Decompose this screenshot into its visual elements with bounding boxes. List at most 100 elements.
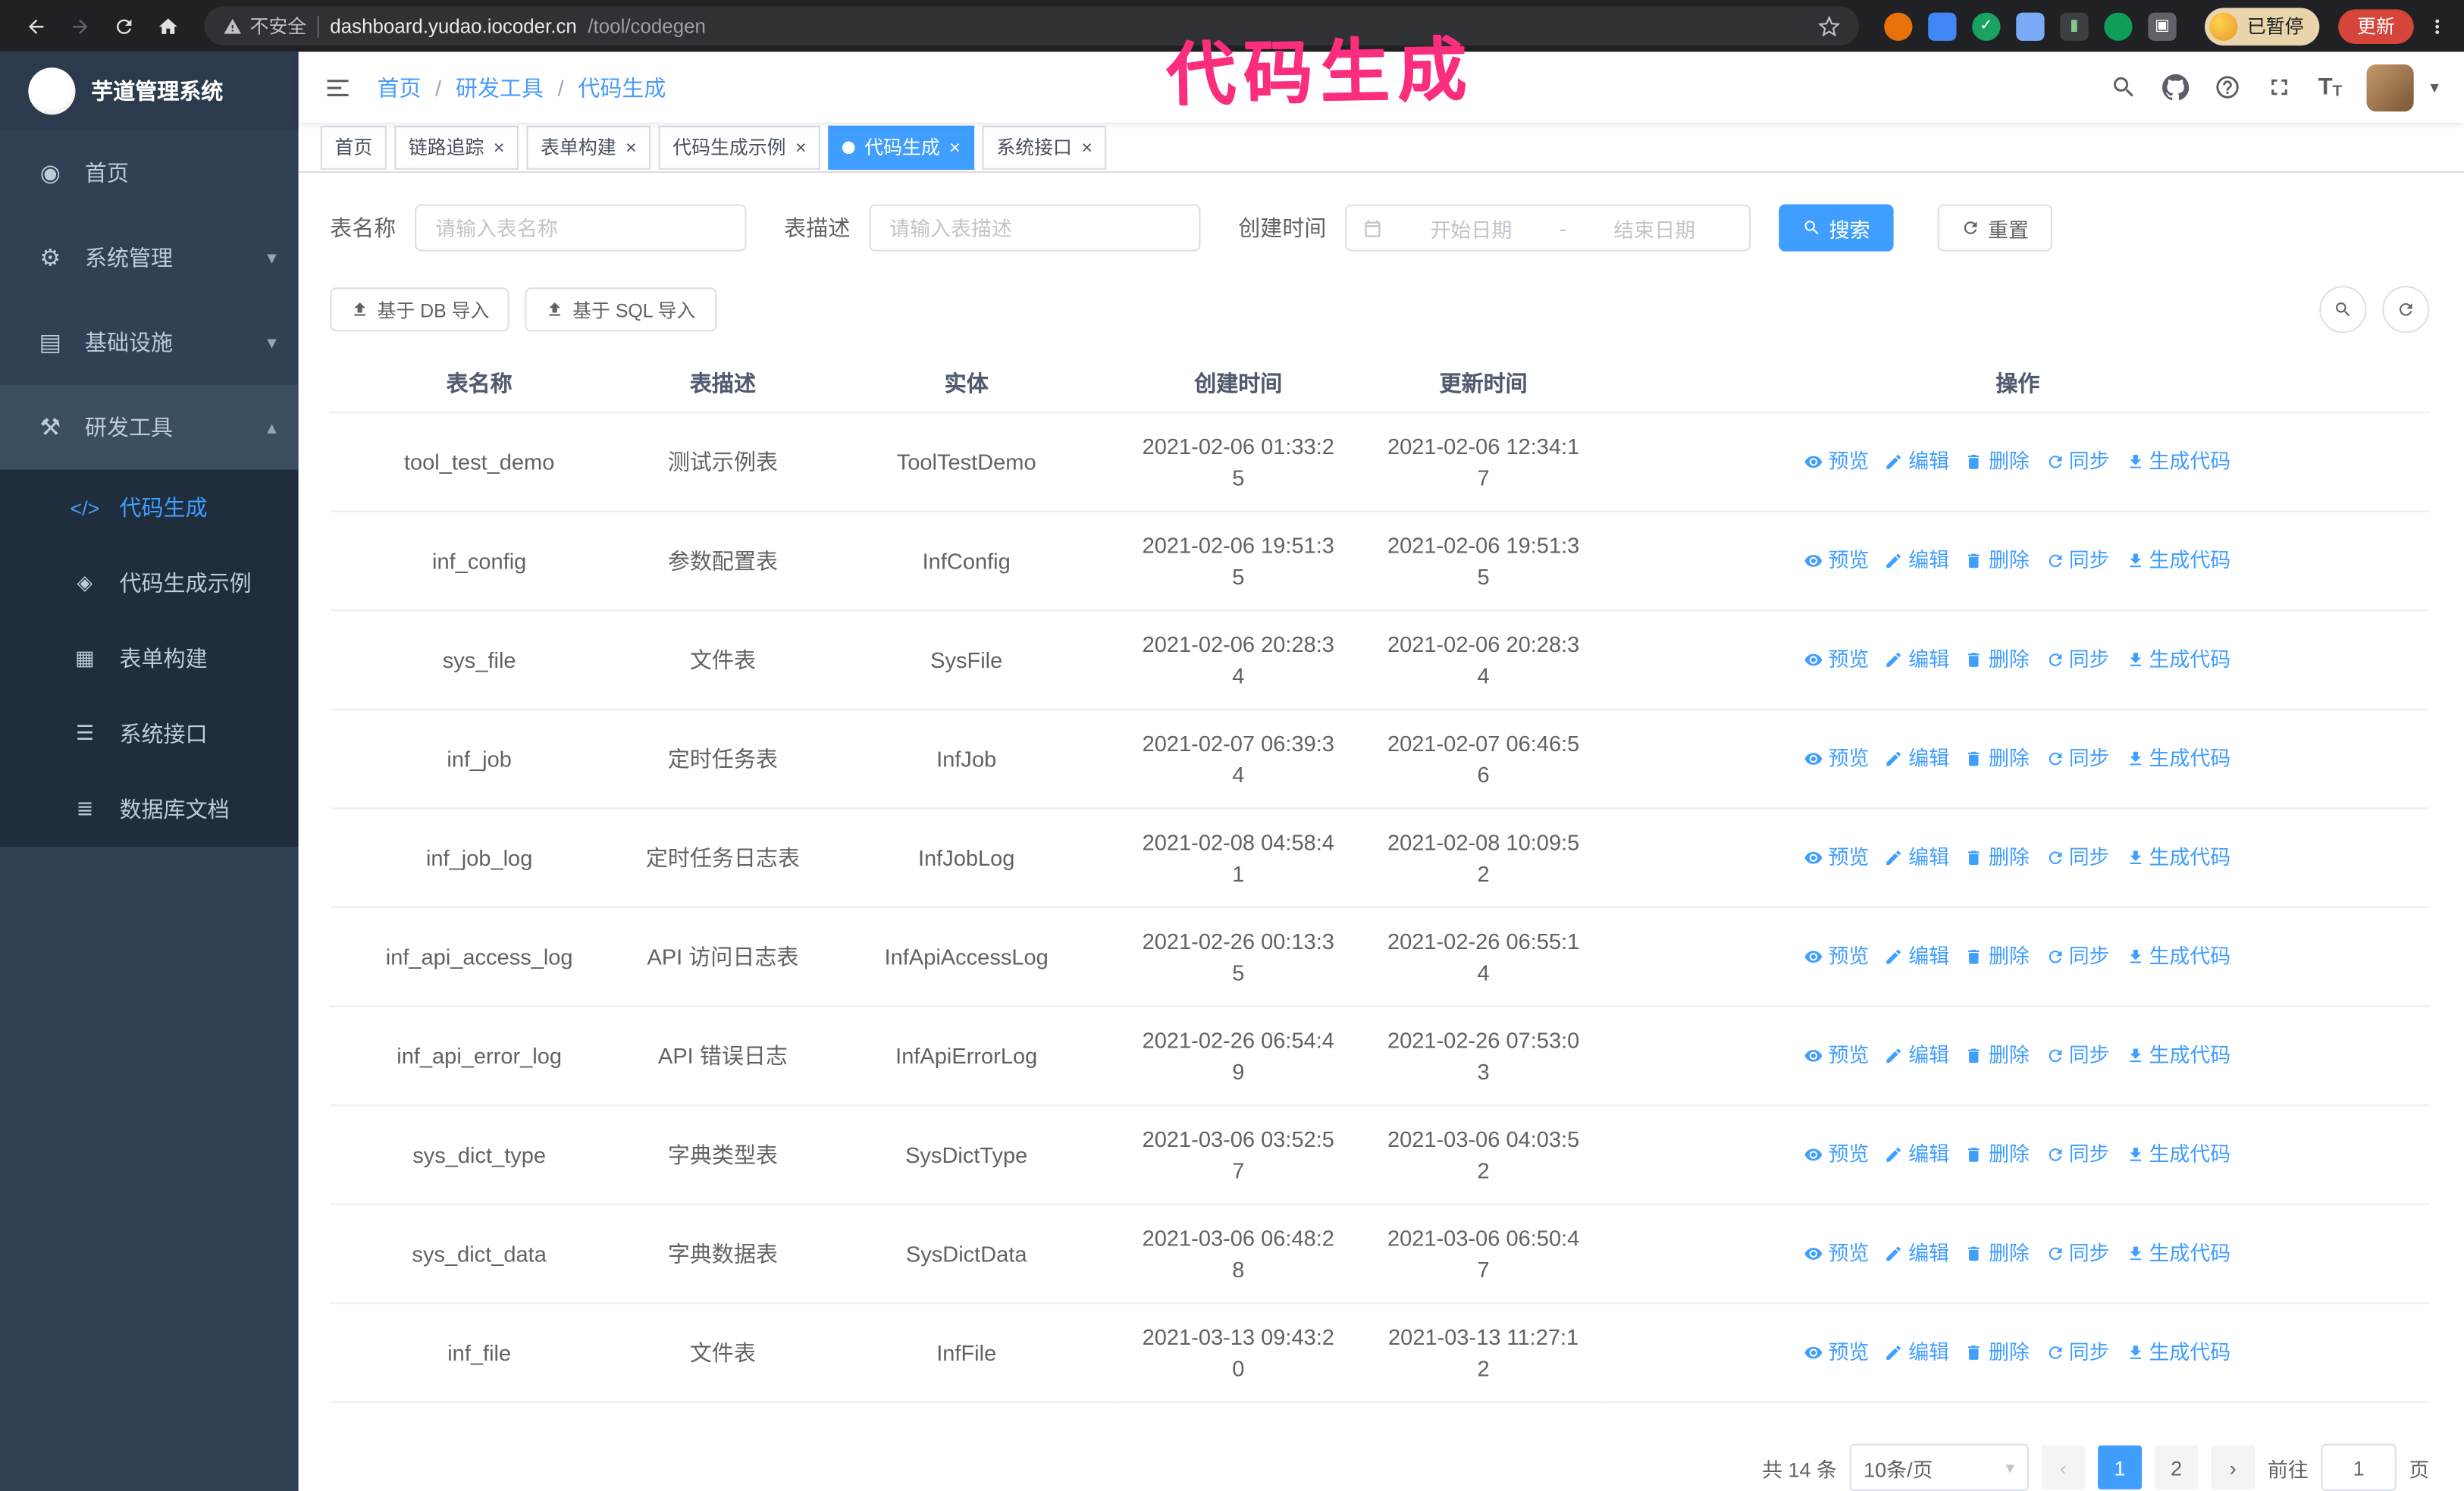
edit-link[interactable]: 编辑 <box>1885 841 1949 872</box>
generate-code-link[interactable]: 生成代码 <box>2125 1336 2230 1367</box>
preview-link[interactable]: 预览 <box>1804 941 1869 972</box>
sync-link[interactable]: 同步 <box>2045 1039 2110 1070</box>
delete-link[interactable]: 删除 <box>1965 941 2030 972</box>
sync-link[interactable]: 同步 <box>2045 446 2110 477</box>
delete-link[interactable]: 删除 <box>1965 841 2030 872</box>
close-icon[interactable]: × <box>949 138 961 157</box>
edit-link[interactable]: 编辑 <box>1885 446 1949 477</box>
page-button[interactable]: 2 <box>2154 1445 2199 1489</box>
date-range-picker[interactable]: 开始日期 - 结束日期 <box>1345 204 1751 252</box>
generate-code-link[interactable]: 生成代码 <box>2125 1139 2230 1170</box>
tab-item[interactable]: 链路追踪 × <box>394 125 519 170</box>
preview-link[interactable]: 预览 <box>1804 742 1869 773</box>
fullscreen-icon[interactable] <box>2266 74 2293 101</box>
preview-link[interactable]: 预览 <box>1804 446 1869 477</box>
puzzle-extension-icon[interactable]: ▣ <box>2148 11 2177 40</box>
close-icon[interactable]: × <box>625 138 637 157</box>
import-sql-button[interactable]: 基于 SQL 导入 <box>525 287 716 332</box>
generate-code-link[interactable]: 生成代码 <box>2125 644 2230 675</box>
generate-code-link[interactable]: 生成代码 <box>2125 544 2230 575</box>
generate-code-link[interactable]: 生成代码 <box>2125 446 2230 477</box>
page-button[interactable]: 1 <box>2097 1445 2143 1489</box>
address-bar[interactable]: 不安全 dashboard.yudao.iocoder.cn/tool/code… <box>204 6 1859 46</box>
delete-link[interactable]: 删除 <box>1965 446 2030 477</box>
reload-icon[interactable] <box>104 5 145 46</box>
refresh-table-icon[interactable] <box>2382 286 2430 334</box>
tab-item[interactable]: 代码生成 × <box>828 125 975 170</box>
generate-code-link[interactable]: 生成代码 <box>2125 841 2230 872</box>
sync-link[interactable]: 同步 <box>2045 841 2110 872</box>
table-desc-input[interactable] <box>869 204 1201 252</box>
preview-link[interactable]: 预览 <box>1804 841 1869 872</box>
extension-icon[interactable] <box>1928 11 1957 40</box>
generate-code-link[interactable]: 生成代码 <box>2125 1039 2230 1070</box>
preview-link[interactable]: 预览 <box>1804 544 1869 575</box>
extension-icon[interactable]: ▮ <box>2060 11 2089 40</box>
extension-icon[interactable] <box>2016 11 2045 40</box>
page-size-select[interactable]: 10条/页 ▾ <box>1849 1443 2029 1491</box>
breadcrumb-item[interactable]: 代码生成 <box>578 72 666 103</box>
sync-link[interactable]: 同步 <box>2045 941 2110 972</box>
edit-link[interactable]: 编辑 <box>1885 742 1949 773</box>
sync-link[interactable]: 同步 <box>2045 1237 2110 1268</box>
tab-item[interactable]: 系统接口 × <box>982 125 1107 170</box>
help-icon[interactable] <box>2215 74 2241 101</box>
edit-link[interactable]: 编辑 <box>1885 644 1949 675</box>
extension-icon[interactable]: ✓ <box>1972 11 2001 40</box>
sidebar-item-system[interactable]: ⚙ 系统管理 ▾ <box>0 215 299 300</box>
preview-link[interactable]: 预览 <box>1804 1139 1869 1170</box>
user-avatar[interactable] <box>2367 64 2415 111</box>
edit-link[interactable]: 编辑 <box>1885 1039 1949 1070</box>
delete-link[interactable]: 删除 <box>1965 644 2030 675</box>
delete-link[interactable]: 删除 <box>1965 1139 2030 1170</box>
close-icon[interactable]: × <box>494 138 505 157</box>
preview-link[interactable]: 预览 <box>1804 1336 1869 1367</box>
edit-link[interactable]: 编辑 <box>1885 544 1949 575</box>
sync-link[interactable]: 同步 <box>2045 1139 2110 1170</box>
toggle-search-icon[interactable] <box>2319 286 2367 334</box>
next-page-button[interactable]: › <box>2211 1445 2256 1489</box>
generate-code-link[interactable]: 生成代码 <box>2125 1237 2230 1268</box>
sync-link[interactable]: 同步 <box>2045 742 2110 773</box>
profile-paused-chip[interactable]: 已暂停 <box>2204 7 2320 45</box>
delete-link[interactable]: 删除 <box>1965 544 2030 575</box>
browser-menu-icon[interactable] <box>2426 15 2448 37</box>
github-icon[interactable] <box>2162 74 2190 101</box>
hamburger-icon[interactable] <box>324 74 352 102</box>
import-db-button[interactable]: 基于 DB 导入 <box>330 287 510 332</box>
tab-item[interactable]: 代码生成示例 × <box>658 125 821 170</box>
sync-link[interactable]: 同步 <box>2045 1336 2110 1367</box>
preview-link[interactable]: 预览 <box>1804 1237 1869 1268</box>
sidebar-item-api[interactable]: ☰ 系统接口 <box>0 696 299 771</box>
preview-link[interactable]: 预览 <box>1804 1039 1869 1070</box>
chevron-down-icon[interactable]: ▾ <box>2430 77 2438 98</box>
sync-link[interactable]: 同步 <box>2045 544 2110 575</box>
reset-button[interactable]: 重置 <box>1937 204 2053 252</box>
prev-page-button[interactable]: ‹ <box>2041 1445 2086 1489</box>
sidebar-item-codegen[interactable]: </> 代码生成 <box>0 470 299 545</box>
sidebar-item-codegen-example[interactable]: ◈ 代码生成示例 <box>0 545 299 620</box>
sync-link[interactable]: 同步 <box>2045 644 2110 675</box>
delete-link[interactable]: 删除 <box>1965 742 2030 773</box>
breadcrumb-item[interactable]: 首页 <box>377 72 421 103</box>
close-icon[interactable]: × <box>795 138 807 157</box>
sidebar-item-infra[interactable]: ▤ 基础设施 ▾ <box>0 300 299 385</box>
back-icon[interactable] <box>16 5 57 46</box>
search-button[interactable]: 搜索 <box>1779 204 1894 252</box>
preview-link[interactable]: 预览 <box>1804 644 1869 675</box>
browser-update-button[interactable]: 更新 <box>2338 8 2414 43</box>
forward-icon[interactable] <box>60 5 101 46</box>
search-icon[interactable] <box>2111 74 2137 101</box>
delete-link[interactable]: 删除 <box>1965 1336 2030 1367</box>
breadcrumb-item[interactable]: 研发工具 <box>456 72 544 103</box>
home-icon[interactable] <box>148 5 189 46</box>
close-icon[interactable]: × <box>1081 138 1092 157</box>
font-size-icon[interactable]: TT <box>2318 74 2343 101</box>
table-name-input[interactable] <box>415 204 747 252</box>
sidebar-item-devtools[interactable]: ⚒ 研发工具 ▴ <box>0 384 299 470</box>
generate-code-link[interactable]: 生成代码 <box>2125 941 2230 972</box>
bookmark-star-icon[interactable] <box>1818 14 1841 37</box>
security-warning[interactable]: 不安全 <box>223 13 306 39</box>
logo-row[interactable]: 芋道管理系统 <box>0 52 299 131</box>
edit-link[interactable]: 编辑 <box>1885 941 1949 972</box>
